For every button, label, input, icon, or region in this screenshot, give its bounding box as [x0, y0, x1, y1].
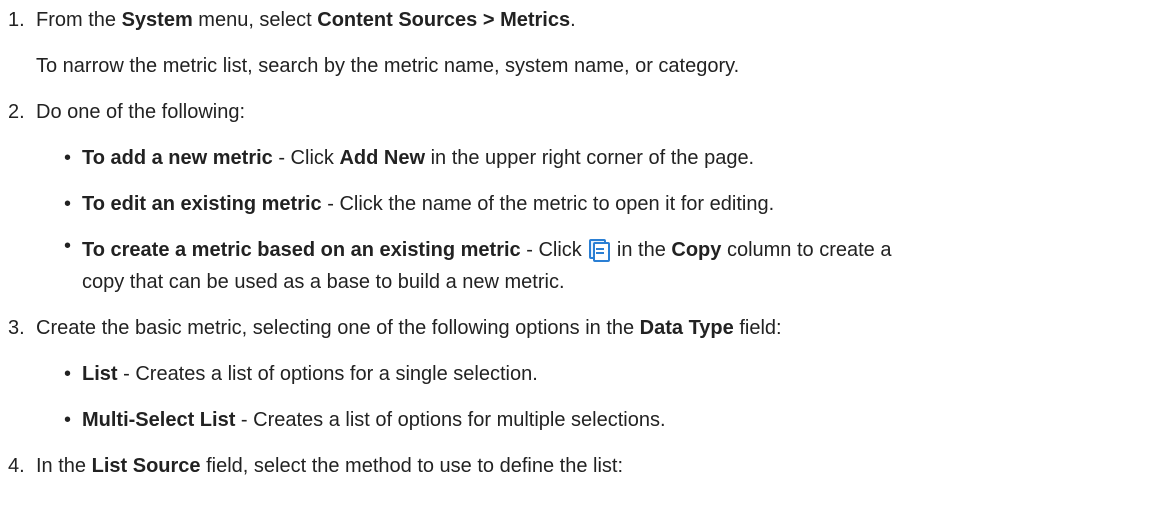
- bullet-icon: •: [64, 235, 72, 257]
- system-menu-name: System: [121, 9, 193, 31]
- step-number: 2.: [8, 101, 25, 123]
- bullet-icon: •: [64, 193, 72, 215]
- add-new-label: Add New: [339, 147, 426, 169]
- menu-path: Content Sources > Metrics: [317, 9, 571, 31]
- option-title: To add a new metric: [82, 147, 273, 169]
- step-1-text: From the System menu, select Content Sou…: [36, 9, 576, 31]
- option-title: To edit an existing metric: [82, 193, 322, 215]
- copy-column-label: Copy: [671, 239, 722, 261]
- step-2-text: Do one of the following:: [36, 101, 246, 123]
- list-item-continuation: copy that can be used as a base to build…: [82, 271, 565, 293]
- data-type-field-name: Data Type: [639, 317, 734, 339]
- option-title: Multi-Select List: [82, 409, 236, 431]
- step-number: 1.: [8, 9, 25, 31]
- bullet-icon: •: [64, 409, 72, 431]
- step-number: 3.: [8, 317, 25, 339]
- bullet-icon: •: [64, 147, 72, 169]
- copy-icon: [589, 239, 611, 262]
- step-1-note: To narrow the metric list, search by the…: [36, 55, 740, 77]
- step-number: 4.: [8, 455, 25, 477]
- option-title: To create a metric based on an existing …: [82, 239, 521, 261]
- bullet-icon: •: [64, 363, 72, 385]
- option-title: List: [82, 363, 118, 385]
- list-source-field-name: List Source: [91, 455, 201, 477]
